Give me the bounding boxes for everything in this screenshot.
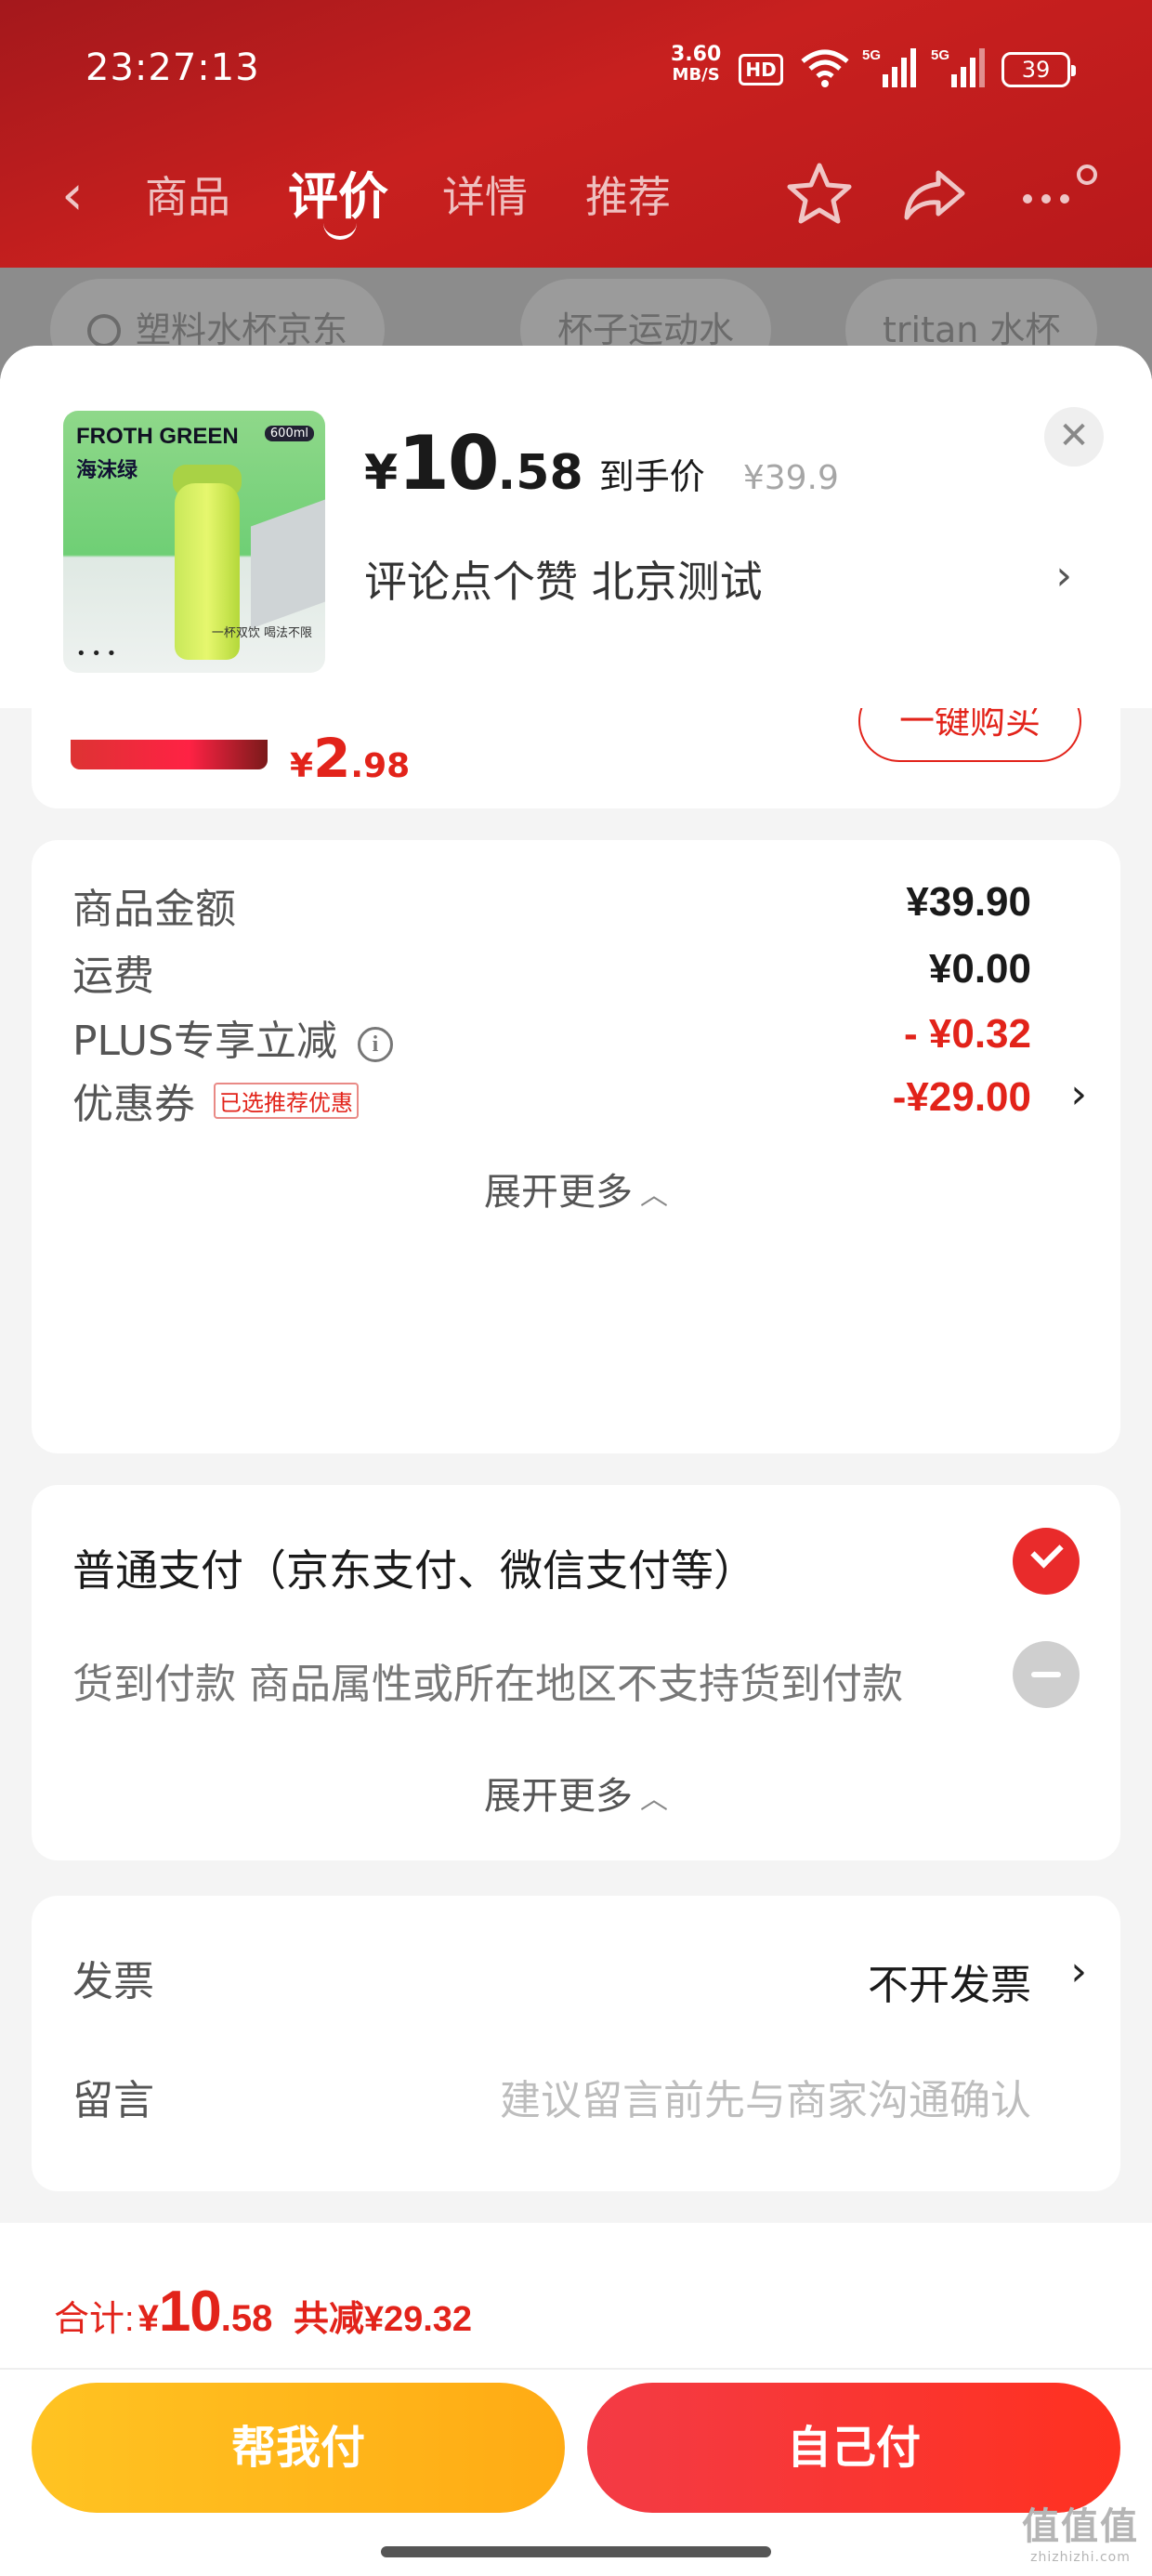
status-time: 23:27:13 — [85, 46, 260, 89]
signal-5g-icon: 5G — [862, 47, 916, 87]
top-nav: ‹ 商品 评价 详情 推荐 — [0, 149, 1152, 251]
wifi-icon — [801, 49, 849, 87]
disabled-icon — [1013, 1641, 1080, 1708]
payment-expand-more[interactable]: 展开更多 ︿ — [32, 1766, 1120, 1820]
price-label: 到手价 — [598, 456, 705, 497]
chevron-right-icon[interactable]: › — [1070, 1948, 1087, 1995]
chevron-down-icon: ︿ — [640, 1179, 668, 1212]
tab-product[interactable]: 商品 — [145, 160, 230, 234]
more-icon[interactable] — [1015, 156, 1107, 230]
close-icon[interactable]: ✕ — [1044, 407, 1104, 467]
home-indicator[interactable] — [381, 2546, 771, 2557]
divider — [0, 2368, 1152, 2370]
addon-price: ¥2.98 — [290, 727, 411, 790]
checkout-bar: 合计: ¥10.58 共减¥29.32 帮我付 自己付 值值值 zhizhizhi… — [0, 2223, 1152, 2576]
star-icon[interactable] — [782, 156, 857, 230]
product-image-tag: 一杯双饮 喝法不限 — [211, 626, 312, 640]
product-image-dots: • • • — [76, 644, 117, 664]
tab-details[interactable]: 详情 — [442, 160, 528, 234]
net-speed: 3.60 MB/S — [671, 43, 722, 85]
pay-myself-button[interactable]: 自己付 — [587, 2383, 1120, 2513]
product-header: FROTH GREEN 海沫绿 600ml 一杯双饮 喝法不限 • • • ¥1… — [0, 346, 1152, 708]
share-icon[interactable] — [897, 156, 972, 230]
hd-icon: HD — [739, 54, 783, 85]
product-image[interactable]: FROTH GREEN 海沫绿 600ml 一杯双饮 喝法不限 • • • — [63, 411, 325, 673]
help-me-pay-button[interactable]: 帮我付 — [32, 2383, 565, 2513]
tab-recommend[interactable]: 推荐 — [585, 160, 671, 234]
checkout-sheet: FROTH GREEN 海沫绿 600ml 一杯双饮 喝法不限 • • • ¥1… — [0, 346, 1152, 2576]
original-price: ¥39.9 — [742, 459, 839, 497]
signal-5g-icon-2: 5G — [931, 47, 985, 87]
product-image-brand: FROTH GREEN — [76, 424, 239, 449]
summary-expand-more[interactable]: 展开更多 ︿ — [32, 1162, 1120, 1216]
info-icon[interactable]: i — [358, 1027, 393, 1062]
back-icon[interactable]: ‹ — [61, 158, 84, 232]
total-saved: 共减¥29.32 — [293, 2300, 473, 2339]
svg-text:5G: 5G — [862, 47, 881, 63]
battery-icon: 39 — [1001, 52, 1076, 87]
product-image-volume: 600ml — [264, 426, 314, 441]
total-price: 合计: ¥10.58 共减¥29.32 — [54, 2280, 473, 2344]
search-icon — [87, 314, 121, 348]
chevron-down-icon: ︿ — [640, 1783, 668, 1816]
watermark-logo: 值值值 zhizhizhi.com — [1022, 2505, 1139, 2565]
product-spec[interactable]: 评论点个赞 北京测试 — [364, 548, 763, 610]
chevron-right-icon[interactable]: › — [1055, 552, 1072, 599]
message-input[interactable]: 建议留言前先与商家沟通确认 — [500, 2067, 1031, 2126]
payment-methods: 普通支付（京东支付、微信支付等） 货到付款 商品属性或所在地区不支持货到付款 展… — [32, 1485, 1120, 1860]
order-summary: 商品金额 ¥39.90 运费 ¥0.00 PLUS专享立减 i - ¥0.32 优… — [32, 840, 1120, 1453]
addon-image[interactable] — [71, 740, 268, 769]
invoice-message-card: 发票 不开发票 › 留言 建议留言前先与商家沟通确认 — [32, 1896, 1120, 2191]
svg-text:5G: 5G — [931, 47, 949, 63]
product-price: ¥10.58 到手价 ¥39.9 — [364, 420, 839, 506]
tab-reviews[interactable]: 评价 — [288, 160, 388, 240]
check-icon[interactable] — [1013, 1528, 1080, 1595]
product-image-color: 海沫绿 — [76, 459, 138, 482]
status-bar: 23:27:13 3.60 MB/S HD 5G 5G 39 — [0, 0, 1152, 139]
chevron-right-icon[interactable]: › — [1070, 1071, 1087, 1118]
coupon-badge: 已选推荐优惠 — [214, 1083, 359, 1119]
